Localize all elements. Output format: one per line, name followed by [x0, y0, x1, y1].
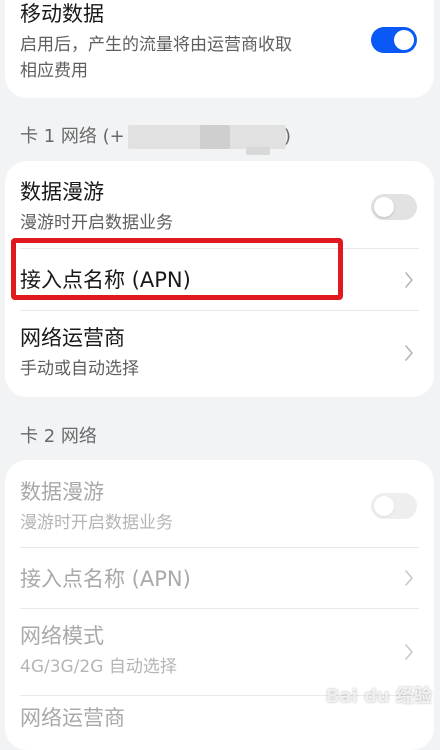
sim1-card: 数据漫游 漫游时开启数据业务 接入点名称 (APN) 网络运营商 手动或自动选择: [5, 161, 434, 397]
chevron-right-icon: [405, 272, 413, 288]
redacted-number-block: [200, 125, 230, 149]
mobile-data-toggle[interactable]: [371, 27, 417, 53]
sim2-network-mode-title: 网络模式: [20, 624, 104, 648]
sim1-roaming-toggle[interactable]: [371, 194, 417, 220]
chevron-right-icon: [405, 644, 413, 660]
sim1-roaming-title: 数据漫游: [20, 180, 104, 204]
sim2-roaming-title: 数据漫游: [20, 480, 104, 504]
toggle-knob: [394, 30, 414, 50]
mobile-data-card: 移动数据 启用后，产生的流量将由运营商收取 相应费用: [5, 0, 434, 98]
baidu-watermark: Bai du 经验: [325, 686, 432, 707]
chevron-right-icon: [405, 345, 413, 361]
mobile-data-subtitle-line2: 相应费用: [20, 61, 88, 81]
sim1-operator-row[interactable]: 网络运营商 手动或自动选择: [5, 311, 434, 397]
sim1-roaming-row[interactable]: 数据漫游 漫游时开启数据业务: [5, 161, 434, 248]
sim2-apn-title: 接入点名称 (APN): [20, 567, 191, 591]
sim2-roaming-toggle[interactable]: [371, 493, 417, 519]
sim2-roaming-subtitle: 漫游时开启数据业务: [20, 513, 173, 533]
redacted-number-tail: [246, 147, 270, 155]
sim2-network-mode-subtitle: 4G/3G/2G 自动选择: [20, 657, 177, 677]
sim1-apn-title: 接入点名称 (APN): [20, 268, 191, 292]
sim1-operator-subtitle: 手动或自动选择: [20, 359, 139, 379]
sim1-label: 卡 1 网络 (+: [20, 126, 125, 147]
chevron-right-icon: [405, 570, 413, 586]
toggle-knob: [374, 197, 394, 217]
sim1-apn-row[interactable]: 接入点名称 (APN): [5, 249, 434, 310]
sim2-apn-row[interactable]: 接入点名称 (APN): [5, 548, 434, 608]
mobile-data-row[interactable]: 移动数据 启用后，产生的流量将由运营商收取 相应费用: [5, 0, 434, 98]
sim1-roaming-subtitle: 漫游时开启数据业务: [20, 213, 173, 233]
sim1-operator-title: 网络运营商: [20, 326, 125, 350]
sim2-roaming-row[interactable]: 数据漫游 漫游时开启数据业务: [5, 460, 434, 547]
sim2-label: 卡 2 网络: [20, 426, 97, 447]
sim2-operator-title: 网络运营商: [20, 706, 125, 730]
mobile-data-title: 移动数据: [20, 2, 104, 26]
mobile-data-subtitle-line1: 启用后，产生的流量将由运营商收取: [20, 35, 292, 55]
sim1-label-close: ): [284, 126, 292, 147]
toggle-knob: [374, 496, 394, 516]
